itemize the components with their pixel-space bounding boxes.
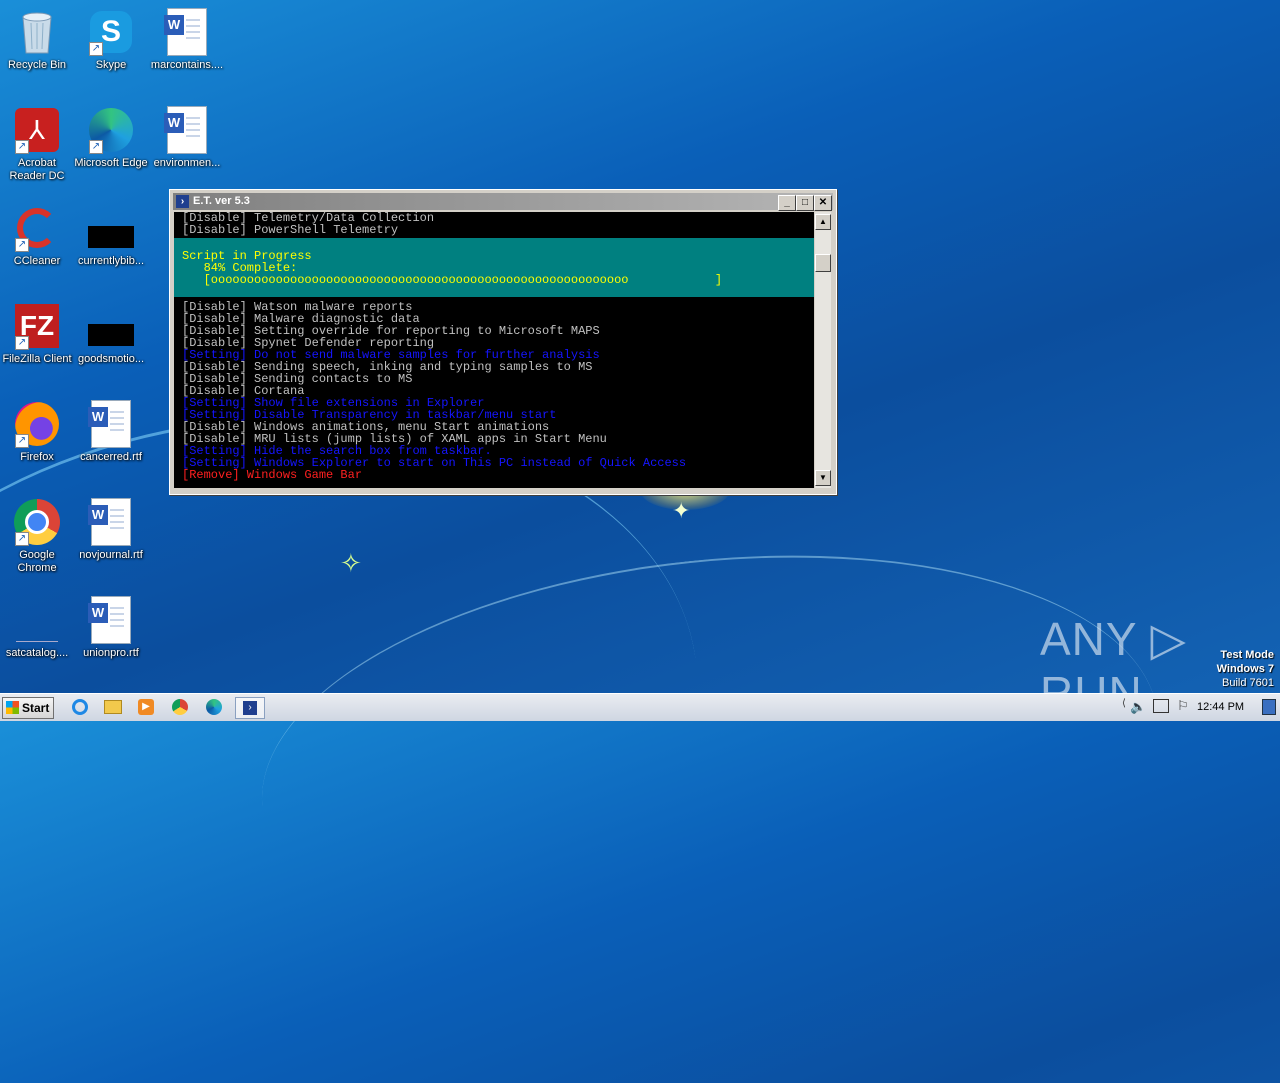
progress-panel: Script in Progress 84% Complete: [oooooo… bbox=[174, 238, 814, 297]
taskbar-edge-icon[interactable] bbox=[202, 697, 226, 717]
scroll-down-button[interactable]: ▼ bbox=[815, 470, 831, 486]
word-document-icon: W bbox=[87, 498, 135, 546]
window-titlebar[interactable]: › E.T. ver 5.3 _ □ ✕ bbox=[173, 193, 833, 211]
os-label: Windows 7 bbox=[1216, 663, 1274, 675]
desktop-icon-label: Microsoft Edge bbox=[74, 157, 148, 169]
action-center-flag-icon[interactable]: ⚐ bbox=[1177, 698, 1189, 714]
desktop-icon-word-doc[interactable]: W marcontains.... bbox=[150, 8, 224, 72]
desktop-icon-label: Firefox bbox=[20, 451, 54, 463]
desktop-icon-label: Google Chrome bbox=[17, 549, 57, 574]
close-button[interactable]: ✕ bbox=[814, 195, 832, 211]
minimize-button[interactable]: _ bbox=[778, 195, 796, 211]
maximize-button[interactable]: □ bbox=[796, 195, 814, 211]
desktop-icon-label: FileZilla Client bbox=[2, 353, 72, 365]
wallpaper-sparkle: ✧ bbox=[340, 548, 362, 578]
console-output[interactable]: [Disable] Telemetry/Data Collection [Dis… bbox=[174, 212, 814, 488]
desktop-icon-label: novjournal.rtf bbox=[79, 549, 143, 561]
word-document-icon: W bbox=[163, 106, 211, 154]
blank-file-icon bbox=[87, 302, 135, 350]
window-title: E.T. ver 5.3 bbox=[193, 195, 250, 207]
taskbar-chrome-icon[interactable] bbox=[168, 697, 192, 717]
word-document-icon: W bbox=[87, 400, 135, 448]
desktop-icon-label: marcontains.... bbox=[150, 59, 224, 71]
test-mode-notice: Test Mode Windows 7 Build 7601 bbox=[1217, 648, 1274, 690]
console-icon: › bbox=[176, 195, 189, 208]
start-button[interactable]: Start bbox=[2, 697, 54, 719]
desktop-icon-word-doc[interactable]: W environmen... bbox=[150, 106, 224, 170]
taskbar-ie-icon[interactable] bbox=[68, 697, 92, 717]
desktop-icon-file[interactable]: satcatalog.... bbox=[0, 596, 74, 660]
wallpaper-sparkle: ✦ bbox=[672, 498, 691, 523]
desktop-icon-skype[interactable]: S ↗ Skype bbox=[74, 8, 148, 72]
desktop-icon-label: Acrobat Reader DC bbox=[9, 157, 65, 182]
chrome-icon: ↗ bbox=[13, 498, 61, 546]
scroll-up-button[interactable]: ▲ bbox=[815, 214, 831, 230]
desktop-icon-recycle-bin[interactable]: Recycle Bin bbox=[0, 8, 74, 72]
windows-logo-icon bbox=[6, 701, 19, 714]
skype-icon: S ↗ bbox=[87, 8, 135, 56]
system-clock[interactable]: 12:44 PM bbox=[1197, 701, 1244, 713]
desktop-icon-label: cancerred.rtf bbox=[80, 451, 142, 463]
console-line: [Remove] Windows Game Bar bbox=[182, 468, 363, 482]
build-label: Build 7601 bbox=[1222, 677, 1274, 689]
desktop-icon-file[interactable]: goodsmotio... bbox=[74, 302, 148, 366]
desktop-icon-label: CCleaner bbox=[13, 255, 61, 267]
desktop-icon-firefox[interactable]: ↗ Firefox bbox=[0, 400, 74, 464]
blank-file-icon bbox=[87, 204, 135, 252]
desktop-icon-chrome[interactable]: ↗ Google Chrome bbox=[0, 498, 74, 575]
taskbar-console-icon[interactable]: › bbox=[235, 697, 265, 719]
ccleaner-icon: ↗ bbox=[13, 204, 61, 252]
taskbar: Start ▶ › ⟨ 🔈 ⚐ 12:44 PM bbox=[0, 693, 1280, 721]
desktop-icon-label: goodsmotio... bbox=[77, 353, 145, 365]
progress-bar: [ooooooooooooooooooooooooooooooooooooooo… bbox=[182, 273, 723, 287]
desktop-icon-word-doc[interactable]: W cancerred.rtf bbox=[74, 400, 148, 464]
vertical-scrollbar[interactable]: ▲ ▼ bbox=[815, 212, 831, 488]
desktop-icon-label: Skype bbox=[95, 59, 127, 71]
recycle-bin-icon bbox=[13, 8, 61, 56]
firefox-icon: ↗ bbox=[13, 400, 61, 448]
show-desktop-button[interactable] bbox=[1262, 699, 1276, 715]
blank-file-icon bbox=[13, 596, 61, 644]
edge-icon: ↗ bbox=[87, 106, 135, 154]
word-document-icon: W bbox=[87, 596, 135, 644]
scroll-thumb[interactable] bbox=[815, 254, 831, 272]
desktop-icon-label: Recycle Bin bbox=[7, 59, 67, 71]
word-document-icon: W bbox=[163, 8, 211, 56]
desktop-icon-word-doc[interactable]: W novjournal.rtf bbox=[74, 498, 148, 562]
network-icon[interactable] bbox=[1153, 699, 1169, 713]
filezilla-icon: FZ ↗ bbox=[13, 302, 61, 350]
desktop-icon-edge[interactable]: ↗ Microsoft Edge bbox=[74, 106, 148, 170]
desktop-icon-filezilla[interactable]: FZ ↗ FileZilla Client bbox=[0, 302, 74, 366]
desktop-icon-label: satcatalog.... bbox=[5, 647, 69, 659]
desktop-icon-label: environmen... bbox=[153, 157, 221, 169]
taskbar-explorer-icon[interactable] bbox=[101, 697, 125, 717]
test-mode-label: Test Mode bbox=[1220, 649, 1274, 661]
desktop-icon-label: currentlybib... bbox=[77, 255, 145, 267]
taskbar-media-player-icon[interactable]: ▶ bbox=[134, 697, 158, 717]
desktop-icon-word-doc[interactable]: W unionpro.rtf bbox=[74, 596, 148, 660]
volume-icon[interactable]: 🔈 bbox=[1130, 699, 1146, 715]
console-window[interactable]: › E.T. ver 5.3 _ □ ✕ [Disable] Telemetry… bbox=[169, 189, 837, 495]
desktop-icon-acrobat[interactable]: ⅄ ↗ Acrobat Reader DC bbox=[0, 106, 74, 183]
desktop-icon-label: unionpro.rtf bbox=[83, 647, 139, 659]
desktop-icon-file[interactable]: currentlybib... bbox=[74, 204, 148, 268]
console-line: [Disable] PowerShell Telemetry bbox=[182, 223, 399, 237]
desktop-icon-ccleaner[interactable]: ↗ CCleaner bbox=[0, 204, 74, 268]
acrobat-icon: ⅄ ↗ bbox=[13, 106, 61, 154]
